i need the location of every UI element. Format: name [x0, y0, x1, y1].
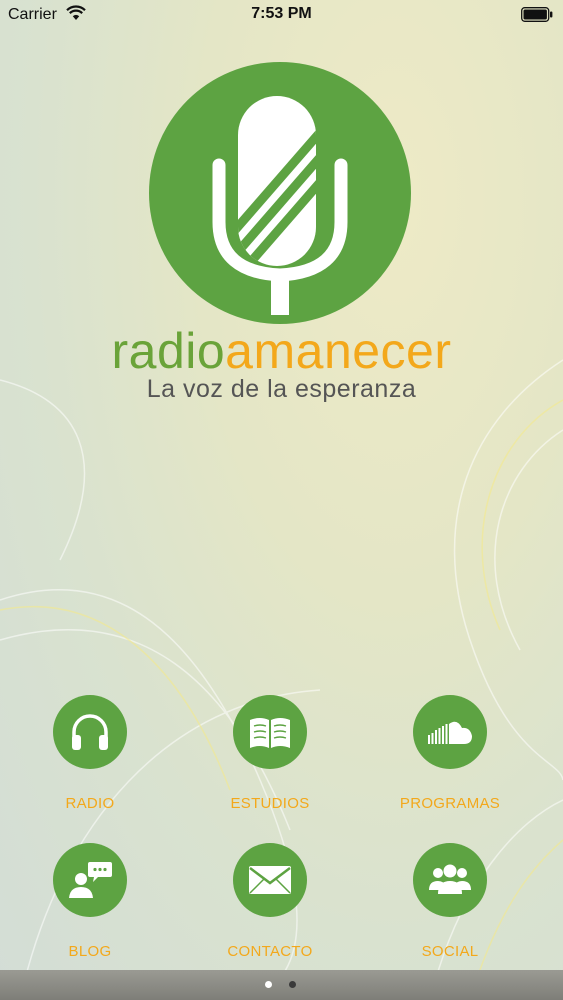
menu-label-blog: BLOG [68, 943, 112, 960]
page-indicator-bar [0, 970, 563, 1000]
menu-label-radio: RADIO [65, 795, 115, 812]
menu-label-contacto: CONTACTO [227, 943, 313, 960]
menu-label-estudios: ESTUDIOS [230, 795, 310, 812]
menu-label-social: SOCIAL [421, 943, 479, 960]
brand-amanecer: amanecer [225, 323, 452, 379]
battery-icon [521, 7, 553, 22]
status-bar: Carrier 7:53 PM [0, 0, 563, 30]
menu-item-contacto[interactable]: CONTACTO [195, 843, 345, 973]
headphones-icon [53, 695, 127, 769]
menu-item-radio[interactable]: RADIO [15, 695, 165, 825]
menu-item-estudios[interactable]: ESTUDIOS [195, 695, 345, 825]
envelope-icon [233, 843, 307, 917]
soundcloud-icon [413, 695, 487, 769]
tagline: La voz de la esperanza [146, 375, 417, 403]
book-icon [233, 695, 307, 769]
brand-radio: radio [111, 323, 226, 379]
microphone-logo-icon [149, 62, 411, 324]
group-icon [413, 843, 487, 917]
menu-item-social[interactable]: SOCIAL [375, 843, 525, 973]
chat-user-icon [53, 843, 127, 917]
menu-item-programas[interactable]: PROGRAMAS [375, 695, 525, 825]
brand-wordmark: radioamanecer [0, 322, 563, 380]
menu-label-programas: PROGRAMAS [399, 795, 501, 812]
menu-item-blog[interactable]: BLOG [15, 843, 165, 973]
page-dot-2[interactable] [289, 981, 296, 988]
page-dot-1[interactable] [265, 981, 272, 988]
clock: 7:53 PM [251, 5, 312, 22]
